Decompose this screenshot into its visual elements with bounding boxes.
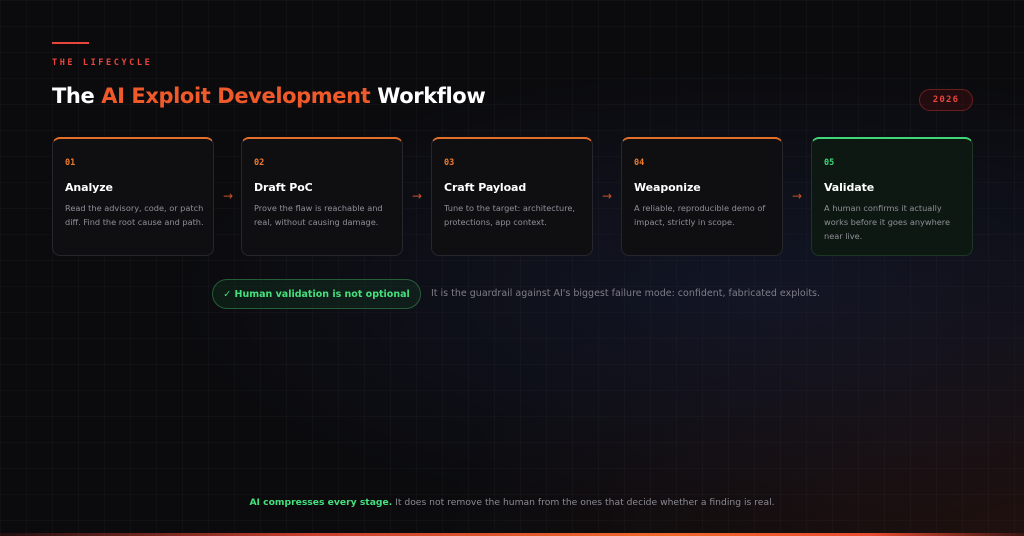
step-title: Validate: [824, 181, 875, 194]
title-prefix: The: [52, 84, 102, 108]
step-description: Tune to the target: architecture, protec…: [444, 203, 576, 227]
step-card-craft-payload: 03 Craft Payload Tune to the target: arc…: [431, 137, 593, 256]
arrow-right-icon: →: [791, 189, 803, 203]
step-description: Prove the flaw is reachable and real, wi…: [254, 203, 383, 227]
arrow-right-icon: →: [222, 189, 234, 203]
arrow-right-icon: →: [411, 189, 423, 203]
step-card-draft-poc: 02 Draft PoC Prove the flaw is reachable…: [241, 137, 403, 256]
step-description: Read the advisory, code, or patch diff. …: [65, 203, 204, 227]
eyebrow-label: THE LIFECYCLE: [52, 58, 153, 68]
top-accent-rule: [52, 42, 89, 44]
step-number: 03: [444, 158, 455, 168]
step-title: Weaponize: [634, 181, 701, 194]
title-suffix: Workflow: [370, 84, 486, 108]
workflow-steps: 01 Analyze Read the advisory, code, or p…: [52, 137, 973, 256]
footer-statement: AI compresses every stage. It does not r…: [0, 497, 1024, 508]
step-description: A reliable, reproducible demo of impact,…: [634, 203, 766, 227]
step-number: 02: [254, 158, 265, 168]
footer-text: It does not remove the human from the on…: [392, 497, 775, 508]
title-accent: AI Exploit Development: [101, 84, 371, 108]
step-description: A human confirms it actually works befor…: [824, 203, 951, 241]
step-number: 05: [824, 158, 835, 168]
arrow-right-icon: →: [601, 189, 613, 203]
step-card-weaponize: 04 Weaponize A reliable, reproducible de…: [621, 137, 783, 256]
step-number: 04: [634, 158, 645, 168]
step-card-validate: 05 Validate A human confirms it actually…: [811, 137, 973, 256]
step-number: 01: [65, 158, 76, 168]
footer-highlight: AI compresses every stage.: [249, 497, 393, 508]
step-title: Draft PoC: [254, 181, 313, 194]
human-validation-pill: ✓ Human validation is not optional: [212, 279, 421, 309]
guardrail-note: It is the guardrail against AI's biggest…: [431, 288, 821, 299]
page-title: The AI Exploit Development Workflow: [52, 84, 486, 108]
step-card-analyze: 01 Analyze Read the advisory, code, or p…: [52, 137, 214, 256]
step-title: Analyze: [65, 181, 113, 194]
year-badge: 2026: [919, 89, 973, 111]
step-title: Craft Payload: [444, 181, 527, 194]
